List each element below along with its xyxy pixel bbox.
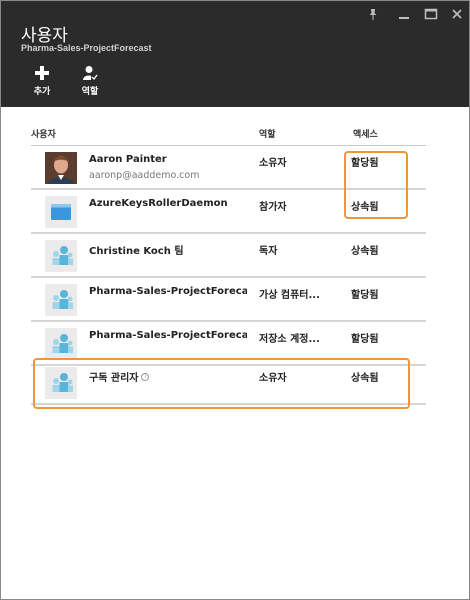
add-button[interactable]: 추가 [22,65,62,97]
user-role: 소유자 [259,373,287,384]
role-button-label: 역할 [81,87,99,97]
users-blade: 사용자 Pharma-Sales-ProjectForecast 추가 역할 사… [0,0,470,600]
user-access: 상속됨 [351,373,379,384]
close-icon[interactable] [450,7,466,21]
user-name: AzureKeysRollerDaemon [89,198,228,209]
plus-icon [34,65,50,81]
user-role: 참가자 [259,202,287,213]
group-icon [45,240,77,272]
user-role: 소유자 [259,158,287,169]
user-role: 독자 [259,246,278,257]
pin-icon[interactable] [366,7,382,21]
table-row[interactable]: Aaron Painter aaronp@aaddemo.com 소유자 할당됨 [31,146,426,190]
user-name: Pharma-Sales-ProjectForecast Stor... [89,330,247,341]
user-access: 할당됨 [351,334,379,345]
user-access: 할당됨 [351,290,379,301]
user-name: Aaron Painter [89,154,167,165]
application-icon [45,196,77,228]
user-role: 저장소 계정... [259,334,320,345]
minimize-icon[interactable] [397,7,413,21]
table-row[interactable]: Pharma-Sales-ProjectForecast Stor... 저장소… [31,322,426,366]
user-name: 구독 관리자 [89,373,139,384]
blade-header: 사용자 Pharma-Sales-ProjectForecast 추가 역할 [1,1,469,107]
user-photo [45,152,77,184]
table-row[interactable]: AzureKeysRollerDaemon 참가자 상속됨 [31,190,426,234]
user-access: 할당됨 [351,158,379,169]
user-name: Pharma-Sales-ProjectForecast Co... [89,286,247,297]
group-icon [45,328,77,360]
column-header-role[interactable]: 역할 [259,127,276,140]
group-icon [45,367,77,399]
column-header-user[interactable]: 사용자 [31,127,56,140]
info-icon[interactable]: i [141,373,150,381]
group-icon [45,284,77,316]
table-row[interactable]: 구독 관리자 i 소유자 상속됨 [31,361,426,405]
user-email: aaronp@aaddemo.com [89,170,200,181]
user-name-cell: 구독 관리자 i [89,369,247,384]
table-row[interactable]: Christine Koch 팀 독자 상속됨 [31,234,426,278]
user-access: 상속됨 [351,202,379,213]
user-role: 가상 컴퓨터... [259,290,320,301]
user-role-icon [82,65,98,81]
add-button-label: 추가 [33,87,51,97]
user-access: 상속됨 [351,246,379,257]
blade-subtitle: Pharma-Sales-ProjectForecast [21,43,152,53]
column-header-access[interactable]: 액세스 [353,127,378,140]
table-row[interactable]: Pharma-Sales-ProjectForecast Co... 가상 컴퓨… [31,278,426,322]
role-button[interactable]: 역할 [70,65,110,97]
maximize-icon[interactable] [424,7,440,21]
user-name: Christine Koch 팀 [89,246,184,257]
